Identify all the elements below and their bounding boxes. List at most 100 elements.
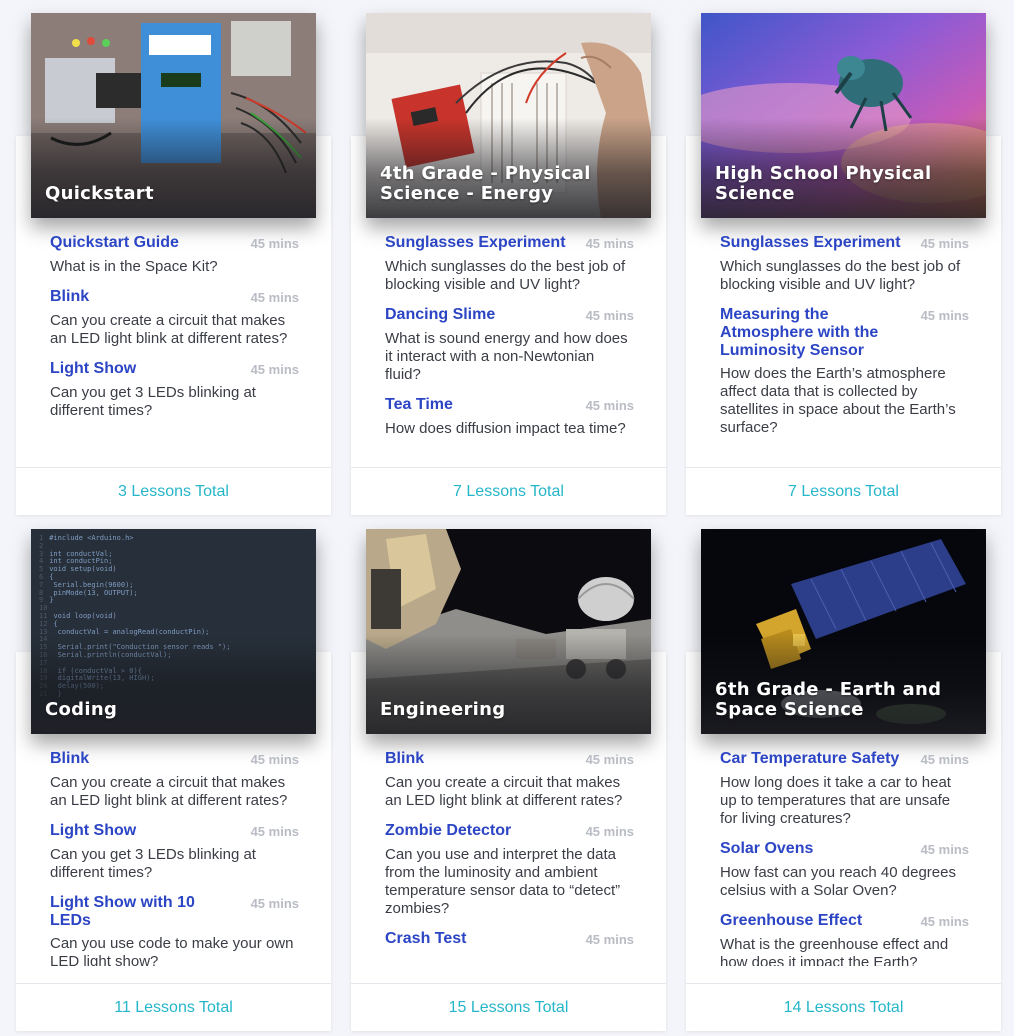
course-grid: Quickstart Quickstart Guide 45 mins What …	[0, 0, 1014, 1036]
code-text: {	[49, 573, 54, 581]
lesson-duration: 45 mins	[585, 398, 634, 413]
course-title: Engineering	[380, 699, 506, 720]
code-line: 2	[39, 542, 49, 550]
line-number: 4	[39, 557, 44, 566]
line-number: 11	[39, 612, 48, 620]
lesson-item: Sunglasses Experiment 45 mins Which sungl…	[385, 234, 634, 294]
course-hero-4th-grade-energy[interactable]: 4th Grade - Physical Science - Energy	[366, 13, 651, 218]
lesson-item: Blink 45 mins Can you create a circuit th…	[385, 750, 634, 810]
code-line: 12 {	[39, 620, 58, 628]
lesson-description: Which sunglasses do the best job of bloc…	[720, 258, 961, 293]
code-text: int conductVal;	[49, 549, 113, 558]
lesson-description: What is sound energy and how does it int…	[385, 330, 628, 383]
lessons-total-link[interactable]: 7 Lessons Total	[788, 483, 899, 501]
course-card-coding: 1 #include <Arduino.h> 2 3 int conductVal; 4 i…	[16, 529, 331, 1031]
lesson-description: What is in the Space Kit?	[50, 258, 218, 275]
lessons-total-footer: 7 Lessons Total	[686, 467, 1001, 515]
lessons-total-link[interactable]: 3 Lessons Total	[118, 483, 229, 501]
lessons-total-link[interactable]: 7 Lessons Total	[453, 483, 564, 501]
lesson-description: Which sunglasses do the best job of bloc…	[385, 258, 626, 293]
line-number: 2	[39, 541, 44, 550]
lesson-duration: 45 mins	[250, 362, 299, 377]
lesson-link[interactable]: Light Show	[50, 360, 136, 378]
lesson-link[interactable]: Measuring the Atmosphere with the Lumino…	[720, 306, 905, 360]
lesson-link[interactable]: Car Temperature Safety	[720, 750, 899, 768]
lesson-description: How fast can you reach 40 degrees celsiu…	[720, 864, 956, 899]
line-number: 6	[39, 573, 44, 581]
lesson-link[interactable]: Zombie Detector	[385, 822, 511, 840]
lesson-duration: 45 mins	[920, 842, 969, 857]
lesson-link[interactable]: Light Show	[50, 822, 136, 840]
line-number: 5	[39, 565, 44, 574]
course-hero-6th-grade-earth-space[interactable]: 6th Grade - Earth and Space Science	[701, 529, 986, 734]
code-line: 8 pinMode(13, OUTPUT);	[39, 589, 138, 597]
lesson-duration: 45 mins	[585, 752, 634, 767]
lesson-link[interactable]: Blink	[385, 750, 424, 768]
code-line: 6{	[39, 573, 53, 581]
code-line: 4 int conductPin;	[39, 557, 112, 565]
lessons-total-footer: 11 Lessons Total	[16, 983, 331, 1031]
line-number: 10	[39, 604, 48, 613]
lesson-list: Quickstart Guide 45 mins What is in the S…	[50, 234, 299, 450]
lesson-list: Blink 45 mins Can you create a circuit th…	[385, 750, 634, 966]
lesson-item: Blink 45 mins Can you create a circuit th…	[50, 288, 299, 348]
code-text: }	[49, 596, 54, 605]
course-hero-hs-physical-science[interactable]: High School Physical Science	[701, 13, 986, 218]
lesson-duration: 45 mins	[250, 752, 299, 767]
course-hero-engineering[interactable]: Engineering	[366, 529, 651, 734]
lessons-total-link[interactable]: 15 Lessons Total	[449, 999, 569, 1017]
code-line: 5 void setup(void)	[39, 565, 117, 573]
lessons-total-footer: 3 Lessons Total	[16, 467, 331, 515]
lesson-description: Can you use and interpret the data from …	[385, 846, 621, 917]
lesson-duration: 45 mins	[920, 308, 969, 323]
lesson-link[interactable]: Light Show with 10 LEDs	[50, 894, 235, 930]
lesson-list: Car Temperature Safety 45 mins How long d…	[720, 750, 969, 966]
lesson-link[interactable]: Dancing Slime	[385, 306, 495, 324]
lesson-link[interactable]: Tea Time	[385, 396, 453, 414]
lesson-link[interactable]: Blink	[50, 750, 89, 768]
lesson-duration: 45 mins	[920, 752, 969, 767]
lesson-duration: 45 mins	[585, 236, 634, 251]
course-title: 6th Grade - Earth and Space Science	[715, 679, 942, 720]
lesson-description: How does diffusion impact tea time?	[385, 420, 626, 437]
lesson-duration: 45 mins	[250, 824, 299, 839]
lesson-item: Light Show with 10 LEDs 45 mins Can you u…	[50, 894, 299, 966]
lesson-link[interactable]: Quickstart Guide	[50, 234, 179, 252]
line-number: 12	[39, 619, 48, 628]
code-text: Serial.begin(9600);	[49, 580, 134, 589]
course-card-quickstart: Quickstart Quickstart Guide 45 mins What …	[16, 13, 331, 515]
lesson-description: What is the greenhouse effect and how do…	[720, 936, 949, 966]
course-card-4th-grade-energy: 4th Grade - Physical Science - Energy Su…	[351, 13, 666, 515]
course-card-hs-physical-science: High School Physical Science Sunglasses …	[686, 13, 1001, 515]
lesson-description: How long does it take a car to heat up t…	[720, 774, 951, 827]
lesson-duration: 45 mins	[585, 308, 634, 323]
line-number: 1	[39, 534, 44, 542]
course-hero-coding[interactable]: 1 #include <Arduino.h> 2 3 int conductVal; 4 i…	[31, 529, 316, 734]
lesson-item: Light Show 45 mins Can you get 3 LEDs bli…	[50, 360, 299, 420]
lessons-total-footer: 14 Lessons Total	[686, 983, 1001, 1031]
course-hero-quickstart[interactable]: Quickstart	[31, 13, 316, 218]
lesson-duration: 45 mins	[920, 914, 969, 929]
lesson-item: Measuring the Atmosphere with the Lumino…	[720, 306, 969, 437]
lessons-total-link[interactable]: 14 Lessons Total	[784, 999, 904, 1017]
line-number: 7	[39, 580, 44, 589]
course-card-engineering: Engineering Blink 45 mins Can you create …	[351, 529, 666, 1031]
code-line: 9}	[39, 596, 53, 604]
code-line: 3 int conductVal;	[39, 550, 112, 558]
lesson-link[interactable]: Greenhouse Effect	[720, 912, 862, 930]
lesson-description: Can you use code to make your own LED li…	[50, 935, 294, 966]
lesson-item: Greenhouse Effect 45 mins What is the gre…	[720, 912, 969, 966]
lesson-link[interactable]: Sunglasses Experiment	[385, 234, 566, 252]
code-text: void loop(void)	[53, 612, 117, 620]
lesson-link[interactable]: Solar Ovens	[720, 840, 813, 858]
course-title: High School Physical Science	[715, 163, 932, 204]
code-text: int conductPin;	[49, 557, 113, 566]
lesson-link[interactable]: Crash Test	[385, 930, 467, 948]
lesson-item: Solar Ovens 45 mins How fast can you reac…	[720, 840, 969, 900]
lessons-total-link[interactable]: 11 Lessons Total	[114, 999, 233, 1017]
lesson-link[interactable]: Sunglasses Experiment	[720, 234, 901, 252]
lesson-item: Zombie Detector 45 mins Can you use and i…	[385, 822, 634, 918]
course-title: 4th Grade - Physical Science - Energy	[380, 163, 591, 204]
lesson-list: Sunglasses Experiment 45 mins Which sungl…	[385, 234, 634, 450]
lesson-link[interactable]: Blink	[50, 288, 89, 306]
